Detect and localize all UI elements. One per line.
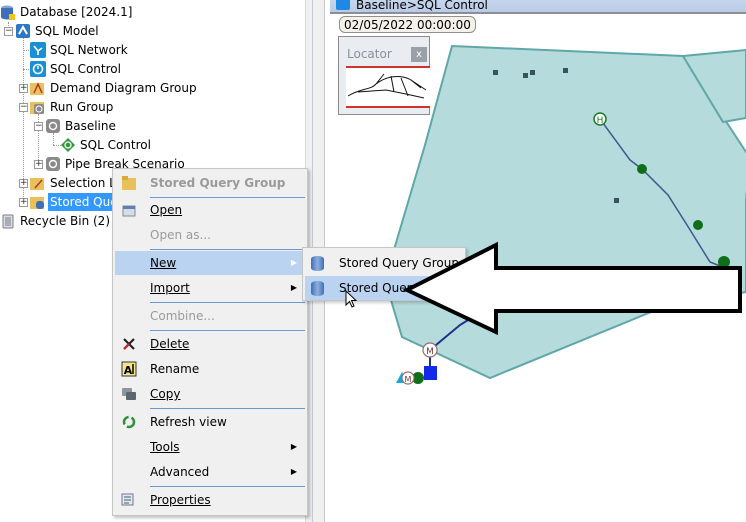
network-icon (336, 0, 350, 10)
tree-item-sql-model[interactable]: SQL Model (15, 22, 101, 40)
copy-icon (121, 386, 137, 402)
menu-item-open[interactable]: Open (115, 198, 305, 222)
menu-item-new[interactable]: New ▶ (115, 251, 305, 275)
expand-toggle[interactable]: + (19, 198, 28, 207)
tree-item-demand-diagram-group[interactable]: Demand Diagram Group (30, 79, 199, 97)
tree-item-sim-sql-control[interactable]: SQL Control (60, 136, 153, 154)
recycle-bin-icon (0, 213, 16, 229)
junction-node (693, 220, 703, 230)
stored-query-group-icon (30, 194, 46, 210)
meter-label: M (405, 375, 412, 384)
network-icon (30, 42, 46, 58)
map-node (614, 198, 619, 203)
refresh-icon (121, 414, 137, 430)
tree-item-database[interactable]: Database [2024.1] (0, 3, 134, 21)
menu-item-rename[interactable]: A Rename (115, 357, 305, 381)
map-node (493, 70, 498, 75)
submenu-arrow-icon: ▶ (290, 283, 297, 292)
junction-node (637, 164, 647, 174)
expand-toggle[interactable]: + (19, 179, 28, 188)
control-icon (30, 61, 46, 77)
menu-separator (150, 302, 305, 303)
menu-item-delete[interactable]: Delete (115, 332, 305, 356)
map-window-title: Baseline>SQL Control (330, 0, 746, 14)
map-node (563, 68, 568, 73)
folder-icon (121, 175, 137, 191)
reservoir-node (424, 366, 437, 380)
menu-item-tools[interactable]: Tools ▶ (115, 435, 305, 459)
submenu-arrow-icon: ▶ (290, 467, 297, 476)
collapse-toggle[interactable]: − (4, 27, 13, 36)
map-node (523, 73, 528, 78)
menu-header: Stored Query Group (115, 171, 305, 195)
map-node (530, 70, 535, 75)
menu-item-advanced[interactable]: Advanced ▶ (115, 460, 305, 484)
submenu-arrow-icon: ▶ (290, 442, 297, 451)
locator-panel[interactable]: Locator x (338, 36, 430, 115)
meter-label: M (426, 347, 434, 357)
locator-title: Locator (347, 47, 392, 61)
run-icon (45, 156, 61, 172)
collapse-toggle[interactable]: − (19, 103, 28, 112)
area-polygon (383, 44, 746, 380)
close-icon[interactable]: x (411, 47, 427, 62)
submenu-item-stored-query[interactable]: Stored Query (305, 276, 463, 300)
database-icon (311, 256, 324, 271)
selection-list-group-icon (30, 175, 46, 191)
map-title-text: Baseline>SQL Control (356, 0, 488, 12)
junction-node (718, 256, 730, 268)
submenu-arrow-icon: ▶ (290, 258, 297, 267)
sim-control-icon (60, 137, 76, 153)
demand-diagram-group-icon (30, 80, 46, 96)
menu-separator (150, 330, 305, 331)
menu-separator (150, 249, 305, 250)
tree-item-sql-network[interactable]: SQL Network (30, 41, 130, 59)
menu-item-properties[interactable]: Properties (115, 488, 305, 512)
run-group-icon (30, 99, 46, 115)
rename-icon: A (121, 361, 137, 377)
collapse-toggle[interactable]: − (34, 122, 43, 131)
expand-toggle[interactable]: + (34, 160, 43, 169)
new-submenu[interactable]: Stored Query Group Stored Query (302, 247, 466, 301)
hydrant-label: H (597, 116, 604, 126)
tree-item-run-group[interactable]: Run Group (30, 98, 115, 116)
menu-item-import[interactable]: Import ▶ (115, 276, 305, 300)
expand-toggle[interactable]: + (19, 84, 28, 93)
tree-item-baseline[interactable]: Baseline (45, 117, 118, 135)
database-icon (311, 281, 324, 296)
mouse-cursor-icon (345, 290, 358, 308)
delete-icon (121, 336, 137, 352)
properties-icon (121, 492, 137, 508)
database-icon (0, 4, 16, 20)
menu-separator (150, 486, 305, 487)
locator-overview-map[interactable] (346, 66, 430, 108)
tree-item-sql-control[interactable]: SQL Control (30, 60, 123, 78)
context-menu[interactable]: Stored Query Group Open Open as... New ▶… (112, 168, 308, 516)
open-icon (121, 202, 137, 218)
menu-item-combine: Combine... (150, 309, 215, 323)
menu-separator (150, 408, 305, 409)
menu-item-copy[interactable]: Copy (115, 382, 305, 406)
submenu-item-stored-query-group[interactable]: Stored Query Group (305, 251, 463, 275)
run-icon (45, 118, 61, 134)
svg-text:A: A (124, 364, 133, 377)
tree-item-recycle-bin[interactable]: Recycle Bin (2) (0, 212, 112, 230)
model-icon (15, 23, 31, 39)
menu-item-open-as: Open as... (150, 228, 211, 242)
menu-item-refresh-view[interactable]: Refresh view (115, 410, 305, 434)
timestamp-display: 02/05/2022 00:00:00 (339, 16, 476, 33)
